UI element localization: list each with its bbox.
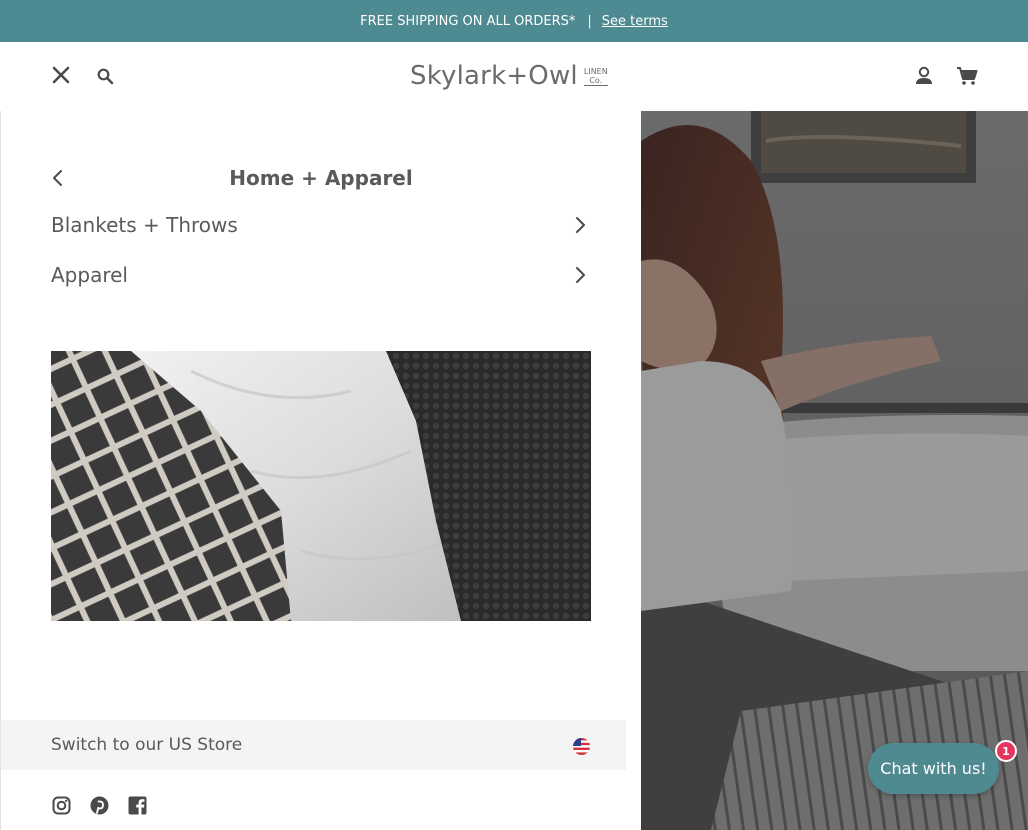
announcement-separator: | bbox=[587, 13, 592, 29]
bedroom-photo bbox=[641, 111, 1028, 830]
chat-notification-badge: 1 bbox=[995, 740, 1017, 762]
menu-item-label: Apparel bbox=[51, 263, 128, 287]
chat-button[interactable]: Chat with us! bbox=[868, 743, 999, 794]
logo-sub-line2: Co. bbox=[589, 75, 603, 85]
cart-icon bbox=[957, 67, 978, 85]
see-terms-link[interactable]: See terms bbox=[602, 14, 668, 29]
logo-subtitle: LINEN Co. bbox=[583, 66, 608, 86]
back-button[interactable] bbox=[51, 167, 71, 189]
search-button[interactable] bbox=[94, 65, 116, 87]
chevron-right-icon bbox=[575, 265, 591, 285]
site-header: Skylark+Owl LINEN Co. bbox=[0, 42, 1028, 111]
announcement-text: FREE SHIPPING ON ALL ORDERS* bbox=[360, 13, 576, 29]
chat-label: Chat with us! bbox=[880, 759, 987, 778]
navigation-drawer: Home + Apparel Blankets + Throws Apparel bbox=[0, 111, 641, 830]
textile-photo bbox=[51, 351, 591, 621]
promo-image[interactable] bbox=[51, 351, 591, 621]
us-flag-icon bbox=[573, 738, 590, 755]
logo-sub-line1: LINEN bbox=[583, 66, 608, 76]
close-menu-button[interactable] bbox=[50, 64, 72, 86]
menu-item-apparel[interactable]: Apparel bbox=[51, 258, 591, 292]
pinterest-icon[interactable] bbox=[89, 795, 110, 816]
chevron-right-icon bbox=[575, 215, 591, 235]
menu-item-blankets-throws[interactable]: Blankets + Throws bbox=[51, 208, 591, 242]
switch-store-button[interactable]: Switch to our US Store bbox=[1, 720, 626, 770]
menu-item-label: Blankets + Throws bbox=[51, 213, 238, 237]
drawer-title: Home + Apparel bbox=[229, 166, 413, 190]
store-logo[interactable]: Skylark+Owl LINEN Co. bbox=[410, 56, 620, 96]
close-icon bbox=[52, 66, 70, 84]
search-icon bbox=[97, 68, 113, 84]
switch-store-label: Switch to our US Store bbox=[51, 735, 243, 755]
hero-image bbox=[641, 111, 1028, 830]
account-button[interactable] bbox=[912, 64, 936, 88]
account-icon bbox=[916, 66, 932, 84]
drawer-header: Home + Apparel bbox=[51, 163, 591, 193]
social-links bbox=[51, 795, 148, 816]
logo-wordmark: Skylark+Owl bbox=[410, 61, 578, 91]
announcement-bar: FREE SHIPPING ON ALL ORDERS* | See terms bbox=[0, 0, 1028, 42]
facebook-icon[interactable] bbox=[127, 795, 148, 816]
chevron-left-icon bbox=[53, 170, 62, 186]
cart-button[interactable] bbox=[955, 64, 979, 88]
instagram-icon[interactable] bbox=[51, 795, 72, 816]
